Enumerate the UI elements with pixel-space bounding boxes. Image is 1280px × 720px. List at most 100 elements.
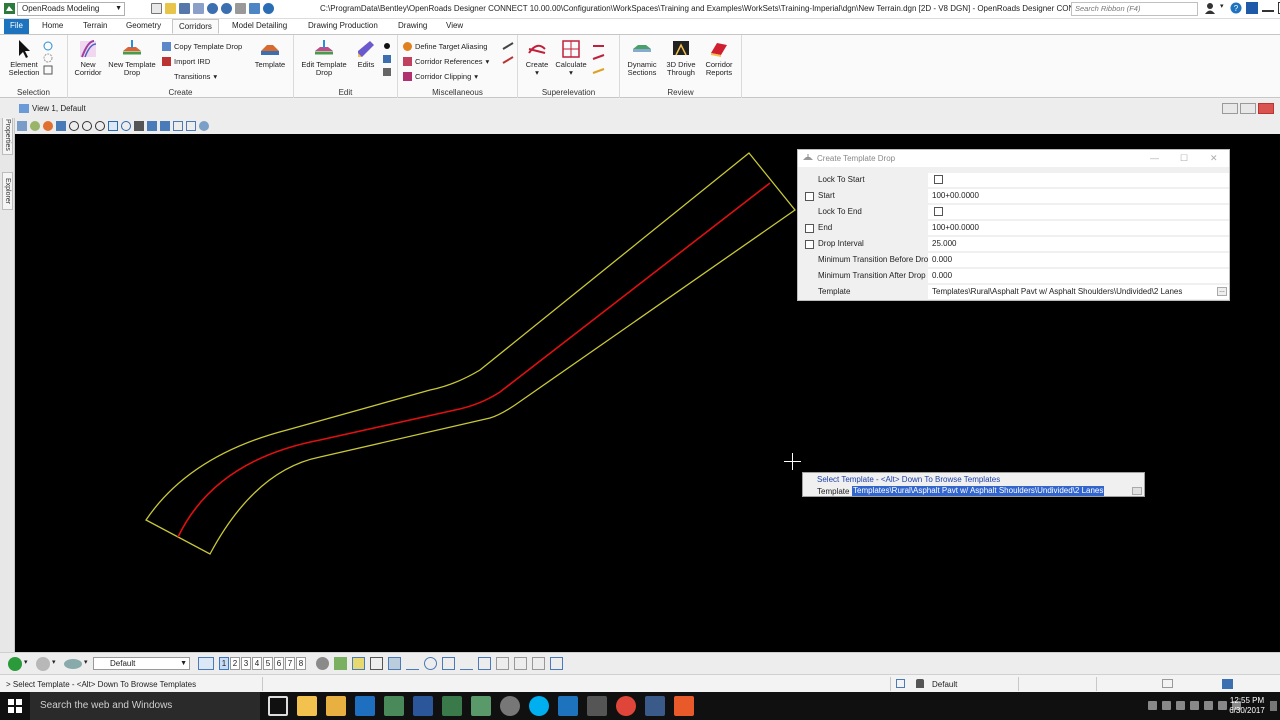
paper-plane-icon[interactable]	[645, 696, 665, 716]
gear-icon[interactable]	[316, 657, 329, 670]
superelevation-create-button[interactable]: Create ▾	[520, 39, 554, 77]
openroads-icon[interactable]	[384, 696, 404, 716]
copy-view-icon[interactable]	[173, 121, 183, 131]
lock-to-start-checkbox[interactable]	[934, 175, 943, 184]
tab-file[interactable]: File	[4, 19, 29, 34]
taskbar-search[interactable]: Search the web and Windows	[30, 692, 260, 720]
tab-model-detailing[interactable]: Model Detailing	[226, 19, 293, 34]
calculator-icon[interactable]	[587, 696, 607, 716]
tangent-snap-icon[interactable]	[460, 657, 473, 670]
start-lock-checkbox[interactable]	[805, 192, 814, 201]
intersection-snap-icon[interactable]	[478, 657, 491, 670]
drop-interval-field[interactable]: 25.000	[928, 237, 1229, 251]
view-groups-icon[interactable]	[198, 657, 214, 670]
user-icon[interactable]	[1204, 2, 1216, 14]
min-transition-before-field[interactable]: 0.000	[928, 253, 1229, 267]
nearest-snap-icon[interactable]	[388, 657, 401, 670]
pointer-icon[interactable]	[56, 121, 66, 131]
dropbox-icon[interactable]	[1176, 701, 1185, 710]
superelevation-tools-icons[interactable]	[592, 41, 610, 79]
forward-icon[interactable]	[36, 657, 50, 671]
camtasia-icon[interactable]	[674, 696, 694, 716]
tab-home[interactable]: Home	[36, 19, 69, 34]
help-icon[interactable]	[263, 3, 274, 14]
minimize-icon[interactable]	[1262, 4, 1274, 12]
corridor-centerline[interactable]	[177, 182, 771, 538]
superelevation-calculate-button[interactable]: Calculate ▾	[552, 39, 590, 77]
import-ird-button[interactable]: Import IRD	[162, 55, 210, 67]
chevron-down-icon[interactable]: ▾	[84, 658, 88, 666]
level-display-icon[interactable]	[64, 659, 82, 669]
view-rotation-icon[interactable]	[186, 121, 196, 131]
power-icon[interactable]	[1218, 701, 1227, 710]
view-restore-icon[interactable]	[1240, 103, 1256, 114]
edge-icon[interactable]	[558, 696, 578, 716]
tab-terrain[interactable]: Terrain	[77, 19, 113, 34]
snap-settings-icon[interactable]	[550, 657, 563, 670]
view-1-button[interactable]: 1	[219, 657, 229, 670]
edits-button[interactable]: Edits	[352, 39, 380, 69]
model-icon[interactable]	[1162, 679, 1173, 688]
selection-mode-icons[interactable]	[43, 41, 53, 75]
prompt-browse-button[interactable]	[1132, 487, 1142, 495]
view-minimize-icon[interactable]	[1222, 103, 1238, 114]
zoom-extents-icon[interactable]	[69, 121, 79, 131]
view-4-button[interactable]: 4	[252, 657, 262, 670]
keypoint-snap-icon[interactable]	[370, 657, 383, 670]
end-field[interactable]: 100+00.0000	[928, 221, 1229, 235]
midpoint-snap-icon[interactable]	[406, 657, 419, 670]
view-attributes-icon[interactable]	[17, 121, 27, 131]
dialog-maximize-icon[interactable]: ☐	[1180, 150, 1188, 167]
element-selection-button[interactable]: Element Selection	[4, 39, 44, 77]
workflow-select[interactable]: OpenRoads Modeling ▼	[17, 2, 125, 16]
manage-icon[interactable]	[249, 3, 260, 14]
new-template-drop-button[interactable]: New Template Drop	[105, 39, 159, 77]
zoom-in-icon[interactable]	[82, 121, 92, 131]
view-2-button[interactable]: 2	[230, 657, 240, 670]
prompt-template-input[interactable]: Templates\Rural\Asphalt Pavt w/ Asphalt …	[852, 486, 1105, 496]
file-explorer-icon[interactable]	[297, 696, 317, 716]
define-target-aliasing-button[interactable]: Define Target Aliasing	[403, 40, 487, 52]
browse-template-button[interactable]: …	[1217, 287, 1227, 296]
center-snap-icon[interactable]	[424, 657, 437, 670]
parallel-snap-icon[interactable]	[514, 657, 527, 670]
angle-snap-icon[interactable]	[532, 657, 545, 670]
taskbar-clock[interactable]: 12:55 PM 6/30/2017	[1228, 696, 1266, 716]
transitions-button[interactable]: Transitions ▾	[162, 70, 217, 82]
zoom-out-icon[interactable]	[95, 121, 105, 131]
tray-expand-icon[interactable]	[1148, 701, 1157, 710]
corridor-clipping-button[interactable]: Corridor Clipping ▾	[403, 70, 478, 82]
view-3-button[interactable]: 3	[241, 657, 251, 670]
word-icon[interactable]	[413, 696, 433, 716]
explorer-tab[interactable]: Explorer	[2, 172, 13, 210]
redo-icon[interactable]	[221, 3, 232, 14]
corridor-boundary[interactable]	[145, 152, 796, 555]
corridor-reports-button[interactable]: Corridor Reports	[699, 39, 739, 77]
network-icon[interactable]	[1162, 701, 1171, 710]
dialog-minimize-icon[interactable]: —	[1150, 150, 1159, 167]
task-view-icon[interactable]	[268, 696, 288, 716]
lock-to-end-checkbox[interactable]	[934, 207, 943, 216]
view-close-icon[interactable]	[1258, 103, 1274, 114]
camera-icon[interactable]	[199, 121, 209, 131]
misc-tools-icons[interactable]	[502, 41, 514, 71]
tab-drawing-production[interactable]: Drawing Production	[302, 19, 384, 34]
notifications-icon[interactable]	[1270, 701, 1277, 711]
min-transition-after-field[interactable]: 0.000	[928, 269, 1229, 283]
view-previous-icon[interactable]	[147, 121, 157, 131]
help-icon[interactable]: ?	[1230, 2, 1242, 14]
tab-view[interactable]: View	[440, 19, 469, 34]
tab-drawing[interactable]: Drawing	[392, 19, 433, 34]
tab-geometry[interactable]: Geometry	[120, 19, 167, 34]
open-file-icon[interactable]	[165, 3, 176, 14]
drive-through-button[interactable]: 3D Drive Through	[663, 39, 699, 77]
copy-template-drop-button[interactable]: Copy Template Drop	[162, 40, 242, 52]
chrome-icon[interactable]	[616, 696, 636, 716]
end-lock-checkbox[interactable]	[805, 224, 814, 233]
perpendicular-snap-icon[interactable]	[496, 657, 509, 670]
template-button[interactable]: Template	[252, 39, 288, 69]
print-icon[interactable]	[235, 3, 246, 14]
chevron-down-icon[interactable]: ▾	[1220, 2, 1226, 14]
view-6-button[interactable]: 6	[274, 657, 284, 670]
active-level-select[interactable]: Default ▼	[93, 657, 190, 670]
